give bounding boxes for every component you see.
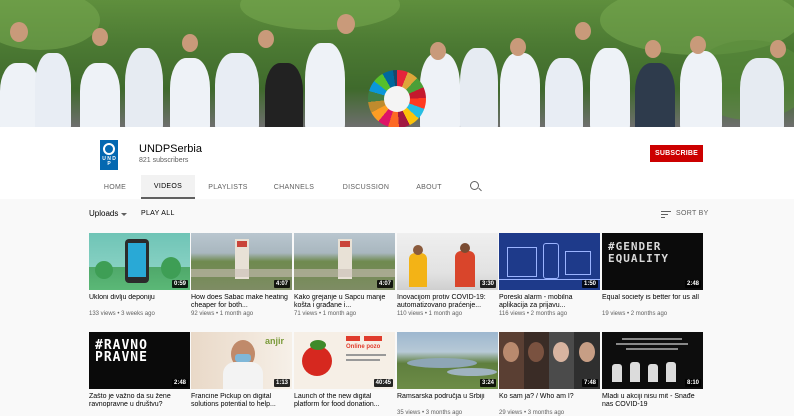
video-title[interactable]: Francine Pickup on digital solutions pot… (191, 393, 292, 409)
undp-logo[interactable]: U N D P (100, 140, 118, 170)
video-meta: 71 views • 1 month ago (294, 311, 357, 317)
video-thumbnail[interactable]: 3:30 (397, 233, 498, 290)
video-card[interactable]: 0:59 Ukloni divlju deponiju 133 views • … (89, 233, 190, 317)
tab-playlists[interactable]: PLAYLISTS (195, 175, 261, 199)
video-meta: 29 views • 3 months ago (499, 410, 565, 416)
video-duration: 0:59 (171, 280, 188, 288)
video-duration: 1:13 (273, 379, 290, 387)
tab-home[interactable]: HOME (89, 175, 141, 199)
video-card[interactable]: 8:10 Mladi u akciji nisu mit - Snađe nas… (602, 332, 703, 410)
video-title[interactable]: Inovacijom protiv COVID-19: automatizova… (397, 294, 498, 310)
video-title[interactable]: Mladi u akciji nisu mit - Snađe nas COVI… (602, 393, 703, 409)
video-duration: 7:48 (581, 379, 598, 387)
video-card[interactable]: #RAVNO PRAVNE 2:48 Zašto je važno da su … (89, 332, 190, 410)
video-thumbnail[interactable]: 4:07 (294, 233, 395, 290)
tab-videos[interactable]: VIDEOS (141, 175, 195, 199)
video-title[interactable]: Equal society is better for us all (602, 294, 703, 310)
video-thumbnail[interactable]: 8:10 (602, 332, 703, 389)
video-duration: 8:10 (684, 379, 701, 387)
subscriber-count: 821 subscribers (139, 157, 189, 164)
video-title[interactable]: Ramsarska područja u Srbiji (397, 393, 498, 409)
video-meta: 116 views • 2 months ago (499, 311, 568, 317)
video-meta: 110 views • 1 month ago (397, 311, 463, 317)
video-card[interactable]: 7:48 Ko sam ja? / Who am I? 29 views • 3… (499, 332, 600, 416)
video-thumbnail[interactable]: Online pozo 40:45 (294, 332, 395, 389)
globe-icon (103, 143, 115, 155)
video-meta: 19 views • 2 months ago (602, 311, 668, 317)
video-duration: 2:48 (171, 379, 188, 387)
video-thumbnail[interactable]: 7:48 (499, 332, 600, 389)
thumbnail-text: #GENDER EQUALITY (608, 240, 669, 265)
video-card[interactable]: #GENDER EQUALITY 2:48 Equal society is b… (602, 233, 703, 317)
video-card[interactable]: 3:24 Ramsarska područja u Srbiji 35 view… (397, 332, 498, 416)
channel-banner (0, 0, 794, 127)
video-card[interactable]: 1:50 Poreski alarm - mobilna aplikacija … (499, 233, 600, 317)
subscribe-button[interactable]: SUBSCRIBE (650, 145, 703, 162)
video-duration: 2:48 (684, 280, 701, 288)
tab-channels[interactable]: CHANNELS (261, 175, 327, 199)
tab-discussion[interactable]: DISCUSSION (327, 175, 405, 199)
video-card[interactable]: 3:30 Inovacijom protiv COVID-19: automat… (397, 233, 498, 317)
video-card[interactable]: Online pozo 40:45 Launch of the new digi… (294, 332, 395, 410)
video-title[interactable]: Zašto je važno da su žene ravnopravne u … (89, 393, 190, 409)
video-thumbnail[interactable]: 0:59 (89, 233, 190, 290)
channel-name[interactable]: UNDPSerbia (139, 143, 202, 155)
thumbnail-text: #RAVNO PRAVNE (95, 338, 148, 365)
video-duration: 3:24 (479, 379, 496, 387)
video-duration: 4:07 (273, 280, 290, 288)
video-duration: 1:50 (581, 280, 598, 288)
video-title[interactable]: Kako grejanje u Sapcu manje košta i građ… (294, 294, 395, 310)
caret-down-icon[interactable] (121, 213, 127, 216)
sdg-wheel-icon (368, 70, 426, 127)
uploads-dropdown[interactable]: Uploads (89, 209, 118, 218)
video-thumbnail[interactable]: 3:24 (397, 332, 498, 389)
tab-about[interactable]: ABOUT (405, 175, 453, 199)
video-title[interactable]: Ko sam ja? / Who am I? (499, 393, 600, 409)
video-duration: 40:45 (373, 379, 393, 387)
video-card[interactable]: anjir 1:13 Francine Pickup on digital so… (191, 332, 292, 410)
video-thumbnail[interactable]: #GENDER EQUALITY 2:48 (602, 233, 703, 290)
video-title[interactable]: Launch of the new digital platform for f… (294, 393, 395, 409)
logo-text: U N D P (102, 156, 116, 167)
sort-icon[interactable] (661, 211, 671, 218)
video-duration: 4:07 (376, 280, 393, 288)
channel-tabs: HOME VIDEOS PLAYLISTS CHANNELS DISCUSSIO… (89, 175, 453, 199)
video-title[interactable]: Ukloni divlju deponiju (89, 294, 190, 310)
video-duration: 3:30 (479, 280, 496, 288)
thumbnail-text: Online pozo (346, 344, 381, 350)
video-title[interactable]: How does Sabac make heating cheaper for … (191, 294, 292, 310)
video-title[interactable]: Poreski alarm - mobilna aplikacija za pr… (499, 294, 600, 310)
sort-by-button[interactable]: SORT BY (676, 210, 709, 217)
video-card[interactable]: 4:07 Kako grejanje u Sapcu manje košta i… (294, 233, 395, 317)
video-thumbnail[interactable]: anjir 1:13 (191, 332, 292, 389)
video-card[interactable]: 4:07 How does Sabac make heating cheaper… (191, 233, 292, 317)
video-thumbnail[interactable]: #RAVNO PRAVNE 2:48 (89, 332, 190, 389)
play-all-button[interactable]: PLAY ALL (141, 210, 175, 217)
video-meta: 35 views • 3 months ago (397, 410, 463, 416)
video-thumbnail[interactable]: 1:50 (499, 233, 600, 290)
video-thumbnail[interactable]: 4:07 (191, 233, 292, 290)
video-meta: 133 views • 3 weeks ago (89, 311, 155, 317)
thumbnail-text: anjir (265, 336, 285, 346)
search-icon[interactable] (470, 181, 479, 190)
video-meta: 92 views • 1 month ago (191, 311, 254, 317)
